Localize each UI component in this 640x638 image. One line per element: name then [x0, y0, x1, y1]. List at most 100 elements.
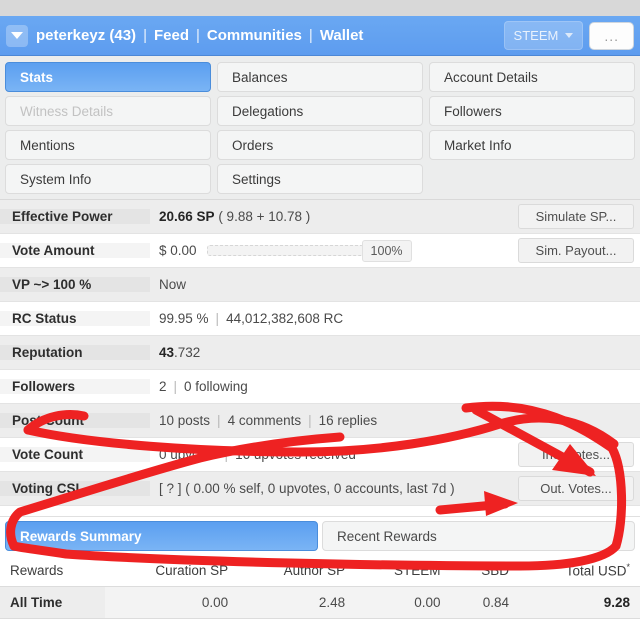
header-username[interactable]: peterkeyz (43) — [36, 27, 136, 44]
nav-separator-1: | — [143, 27, 147, 44]
tab-followers[interactable]: Followers — [429, 96, 635, 126]
stat-label: Effective Power — [0, 209, 150, 224]
stat-value-secondary: Now — [159, 277, 187, 292]
tab-market-info[interactable]: Market Info — [429, 130, 635, 160]
stat-label: Post Count — [0, 413, 150, 428]
stat-row-rc-status: RC Status 99.95 % | 44,012,382,608 RC — [0, 302, 640, 336]
app-root: peterkeyz (43) | Feed | Communities | Wa… — [0, 0, 640, 638]
top-chrome-strip — [0, 0, 640, 16]
stat-row-vp-recovery: VP ~> 100 % Now — [0, 268, 640, 302]
stat-value-secondary: 99.95 % — [159, 311, 209, 326]
stat-label: RC Status — [0, 311, 150, 326]
stats-table: Effective Power 20.66 SP ( 9.88 + 10.78 … — [0, 199, 640, 506]
nav-link-communities[interactable]: Communities — [207, 27, 302, 44]
stat-row-post-count: Post Count 10 posts | 4 comments | 16 re… — [0, 404, 640, 438]
tab-placeholder — [429, 164, 635, 194]
rewards-tab-bar: Rewards Summary Recent Rewards — [0, 517, 640, 551]
stat-value-tail-2: 16 replies — [318, 413, 378, 428]
more-options-button[interactable]: ... — [589, 21, 634, 50]
nav-link-wallet[interactable]: Wallet — [320, 27, 364, 44]
tab-settings[interactable]: Settings — [217, 164, 423, 194]
slider-value-label[interactable]: 100% — [361, 239, 412, 262]
rewards-table-head: Rewards Curation SP Author SP STEEM SBD … — [0, 555, 640, 587]
currency-selector[interactable]: STEEM — [503, 21, 584, 50]
stat-value-secondary: .732 — [174, 345, 201, 360]
stat-value-tail: 44,012,382,608 RC — [226, 311, 344, 326]
incoming-votes-button[interactable]: Inc. Votes... — [518, 442, 634, 467]
col-header-rewards: Rewards — [0, 555, 106, 587]
cell-curation-sp: 0.00 — [105, 586, 239, 619]
tab-orders[interactable]: Orders — [217, 130, 423, 160]
tab-system-info[interactable]: System Info — [5, 164, 211, 194]
caret-down-icon — [11, 32, 23, 39]
outgoing-votes-button[interactable]: Out. Votes... — [518, 476, 634, 501]
stat-row-voting-csi: Voting CSI [ ? ] ( 0.00 % self, 0 upvote… — [0, 472, 640, 506]
cell-period: All Time — [0, 586, 106, 619]
stat-value-tail: 0 following — [184, 379, 248, 394]
stat-value: 2 | 0 following — [150, 379, 640, 394]
col-header-total-usd-text: Total USD — [565, 563, 627, 579]
nav-link-feed[interactable]: Feed — [154, 27, 189, 44]
section-tab-grid: Stats Balances Account Details Witness D… — [0, 56, 640, 199]
tab-delegations[interactable]: Delegations — [217, 96, 423, 126]
section-divider — [0, 506, 640, 517]
cell-total-usd: 9.28 — [519, 586, 640, 619]
stat-value-secondary: ( 9.88 + 10.78 ) — [218, 209, 311, 224]
cell-steem: 0.00 — [355, 586, 451, 619]
tab-account-details[interactable]: Account Details — [429, 62, 635, 92]
currency-label: STEEM — [513, 28, 559, 43]
tab-balances[interactable]: Balances — [217, 62, 423, 92]
value-separator: | — [224, 447, 229, 462]
value-separator: | — [173, 379, 178, 394]
stat-value: Now — [150, 277, 640, 292]
stat-value-secondary: 2 — [159, 379, 167, 394]
stat-value-secondary: [ ? ] ( 0.00 % self, 0 upvotes, 0 accoun… — [159, 481, 455, 496]
chevron-down-icon — [565, 33, 574, 38]
account-menu-button[interactable] — [6, 24, 28, 47]
stat-label: Vote Amount — [0, 243, 150, 258]
stat-value-secondary: 0 upvotes — [159, 447, 218, 462]
slider-track[interactable] — [206, 245, 364, 256]
simulate-sp-button[interactable]: Simulate SP... — [518, 204, 634, 229]
stat-value-secondary: 10 posts — [159, 413, 211, 428]
value-separator: | — [215, 311, 220, 326]
cell-author-sp: 2.48 — [238, 586, 356, 619]
vote-weight-slider[interactable]: 100% — [206, 239, 412, 262]
stat-value: 43.732 — [150, 345, 640, 360]
stat-value-tail: 4 comments — [227, 413, 302, 428]
stat-label: Voting CSI — [0, 481, 150, 496]
table-header-row: Rewards Curation SP Author SP STEEM SBD … — [0, 555, 640, 587]
stat-row-effective-power: Effective Power 20.66 SP ( 9.88 + 10.78 … — [0, 200, 640, 234]
tab-recent-rewards[interactable]: Recent Rewards — [322, 521, 635, 551]
tab-stats[interactable]: Stats — [5, 62, 211, 92]
stat-row-vote-count: Vote Count 0 upvotes | 16 upvotes receiv… — [0, 438, 640, 472]
nav-separator-2: | — [195, 27, 200, 44]
stat-value-primary: 43 — [159, 345, 175, 360]
stat-label: Followers — [0, 379, 150, 394]
col-header-total-usd: Total USD* — [519, 555, 640, 587]
stat-label: Vote Count — [0, 447, 150, 462]
stat-label: VP ~> 100 % — [0, 277, 150, 292]
tab-mentions[interactable]: Mentions — [5, 130, 211, 160]
stat-label: Reputation — [0, 345, 150, 360]
col-header-steem: STEEM — [355, 555, 451, 587]
footnote-marker: * — [626, 562, 630, 572]
col-header-sbd: SBD — [450, 555, 520, 587]
tab-witness-details: Witness Details — [5, 96, 211, 126]
col-header-curation-sp: Curation SP — [105, 555, 239, 587]
stat-value: 10 posts | 4 comments | 16 replies — [150, 413, 640, 428]
stat-value: 99.95 % | 44,012,382,608 RC — [150, 311, 640, 326]
stat-row-followers: Followers 2 | 0 following — [0, 370, 640, 404]
stat-value-secondary: $ 0.00 — [159, 243, 197, 258]
stat-row-reputation: Reputation 43.732 — [0, 336, 640, 370]
value-separator-2: | — [308, 413, 312, 428]
cell-sbd: 0.84 — [450, 586, 520, 619]
table-row: All Time 0.00 2.48 0.00 0.84 9.28 — [0, 586, 640, 619]
rewards-table-body: All Time 0.00 2.48 0.00 0.84 9.28 — [0, 586, 640, 619]
tab-rewards-summary[interactable]: Rewards Summary — [5, 521, 318, 551]
sim-payout-button[interactable]: Sim. Payout... — [518, 238, 634, 263]
col-header-author-sp: Author SP — [238, 555, 356, 587]
header-nav: peterkeyz (43) | Feed | Communities | Wa… — [36, 27, 363, 44]
stat-value-primary: 20.66 SP — [159, 209, 215, 224]
stat-value-tail: 16 upvotes received — [235, 447, 356, 462]
